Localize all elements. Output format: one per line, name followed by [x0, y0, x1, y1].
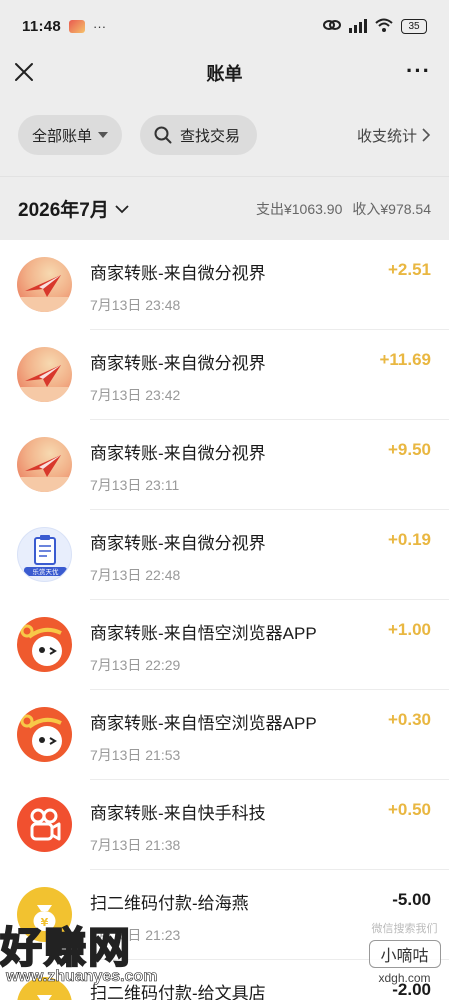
transaction-name: 商家转账-来自悟空浏览器APP — [90, 714, 317, 733]
month-summary: 支出¥1063.90 收入¥978.54 — [256, 199, 431, 219]
svg-text:¥: ¥ — [41, 916, 49, 929]
transaction-time: 7月13日 23:11 — [90, 477, 180, 493]
income-expense-stats-link[interactable]: 收支统计 — [357, 125, 431, 146]
income-total: 收入¥978.54 — [352, 200, 431, 217]
status-bar: 11:48 ··· 35 — [0, 0, 449, 52]
transaction-time: 7月13日 21:53 — [90, 747, 181, 763]
filter-bar: 全部账单 查找交易 收支统计 — [0, 94, 449, 176]
transaction-amount: -2.00 — [392, 980, 431, 999]
transaction-name: 扫二维码付款-给海燕 — [90, 894, 249, 913]
paper-plane-icon — [17, 437, 72, 492]
close-icon[interactable] — [12, 60, 36, 84]
search-transactions-button[interactable]: 查找交易 — [140, 115, 257, 155]
transaction-list: 商家转账-来自微分视界 7月13日 23:48 +2.51 商家转账-来自微分视… — [0, 240, 449, 1000]
month-label: 2026年7月 — [18, 200, 109, 221]
transaction-amount: +0.30 — [387, 710, 431, 729]
search-label: 查找交易 — [180, 127, 241, 145]
transaction-row[interactable]: ¥ 扫二维码付款-给海燕 7月13日 21:23 -5.00 — [0, 870, 449, 960]
transaction-name: 商家转账-来自微分视界 — [90, 534, 266, 553]
transaction-amount: +0.19 — [387, 530, 431, 549]
status-more-dots: ··· — [93, 18, 107, 34]
transaction-time: 7月13日 21:23 — [90, 927, 181, 943]
caret-down-icon — [98, 132, 108, 138]
transaction-name: 商家转账-来自快手科技 — [90, 804, 266, 823]
stats-label: 收支统计 — [356, 127, 417, 145]
transaction-row[interactable]: 商家转账-来自微分视界 7月13日 23:11 +9.50 — [0, 420, 449, 510]
transaction-name: 商家转账-来自悟空浏览器APP — [90, 624, 317, 643]
transaction-amount: +1.00 — [387, 620, 431, 639]
transaction-time: 7月13日 22:29 — [90, 657, 181, 673]
money-bag-icon: ¥ — [17, 887, 72, 942]
transaction-row[interactable]: 商家转账-来自悟空浏览器APP 7月13日 22:29 +1.00 — [0, 600, 449, 690]
wukong-icon — [17, 707, 72, 762]
transaction-row[interactable]: 商家转账-来自微分视界 7月13日 23:42 +11.69 — [0, 330, 449, 420]
transaction-amount: +0.50 — [387, 800, 431, 819]
transaction-time: 7月13日 22:48 — [90, 567, 181, 583]
transaction-row[interactable]: 商家转账-来自快手科技 7月13日 21:38 +0.50 — [0, 780, 449, 870]
transaction-name: 商家转账-来自微分视界 — [90, 354, 266, 373]
transaction-row[interactable]: 商家转账-来自微分视界 7月13日 23:48 +2.51 — [0, 240, 449, 330]
paper-plane-icon — [17, 257, 72, 312]
month-selector[interactable]: 2026年7月 — [18, 195, 129, 222]
battery-icon: 35 — [401, 18, 427, 34]
transaction-amount: +11.69 — [379, 350, 431, 369]
transaction-amount: +9.50 — [387, 440, 431, 459]
paper-plane-icon — [17, 347, 72, 402]
transaction-row[interactable]: 乐赏天优 商家转账-来自微分视界 7月13日 22:48 +0.19 — [0, 510, 449, 600]
nav-bar: 账单 ··· — [0, 52, 449, 94]
document-icon: 乐赏天优 — [17, 527, 72, 582]
transaction-time: 7月13日 23:42 — [90, 387, 181, 403]
wifi-icon — [375, 18, 393, 35]
mini-app-icon — [69, 19, 86, 33]
more-options-icon[interactable]: ··· — [406, 60, 431, 82]
transaction-row[interactable]: 商家转账-来自悟空浏览器APP 7月13日 21:53 +0.30 — [0, 690, 449, 780]
transaction-amount: +2.51 — [387, 260, 431, 279]
transaction-amount: -5.00 — [392, 890, 431, 909]
kuaishou-icon — [17, 797, 72, 852]
wukong-icon — [17, 617, 72, 672]
transaction-time: 7月13日 21:38 — [90, 837, 181, 853]
transaction-name: 扫二维码付款-给文具店 — [90, 984, 266, 1000]
expense-total: 支出¥1063.90 — [255, 200, 343, 217]
transaction-time: 7月13日 23:48 — [90, 297, 181, 313]
transaction-name: 商家转账-来自微分视界 — [90, 264, 266, 283]
all-bills-label: 全部账单 — [32, 127, 93, 145]
search-icon — [154, 126, 172, 144]
month-header: 2026年7月 支出¥1063.90 收入¥978.54 — [0, 176, 449, 240]
all-bills-dropdown[interactable]: 全部账单 — [18, 115, 122, 155]
page-title: 账单 — [206, 64, 243, 84]
status-time: 11:48 — [22, 17, 62, 35]
money-bag-icon: ¥ — [17, 977, 72, 1000]
transaction-name: 商家转账-来自微分视界 — [90, 444, 266, 463]
chevron-right-icon — [422, 128, 431, 142]
transaction-row[interactable]: ¥ 扫二维码付款-给文具店 -2.00 — [0, 960, 449, 1000]
document-icon-text: 乐赏天优 — [33, 567, 60, 576]
link-icon — [323, 18, 341, 35]
signal-icon — [349, 19, 367, 33]
chevron-down-icon — [115, 204, 129, 213]
